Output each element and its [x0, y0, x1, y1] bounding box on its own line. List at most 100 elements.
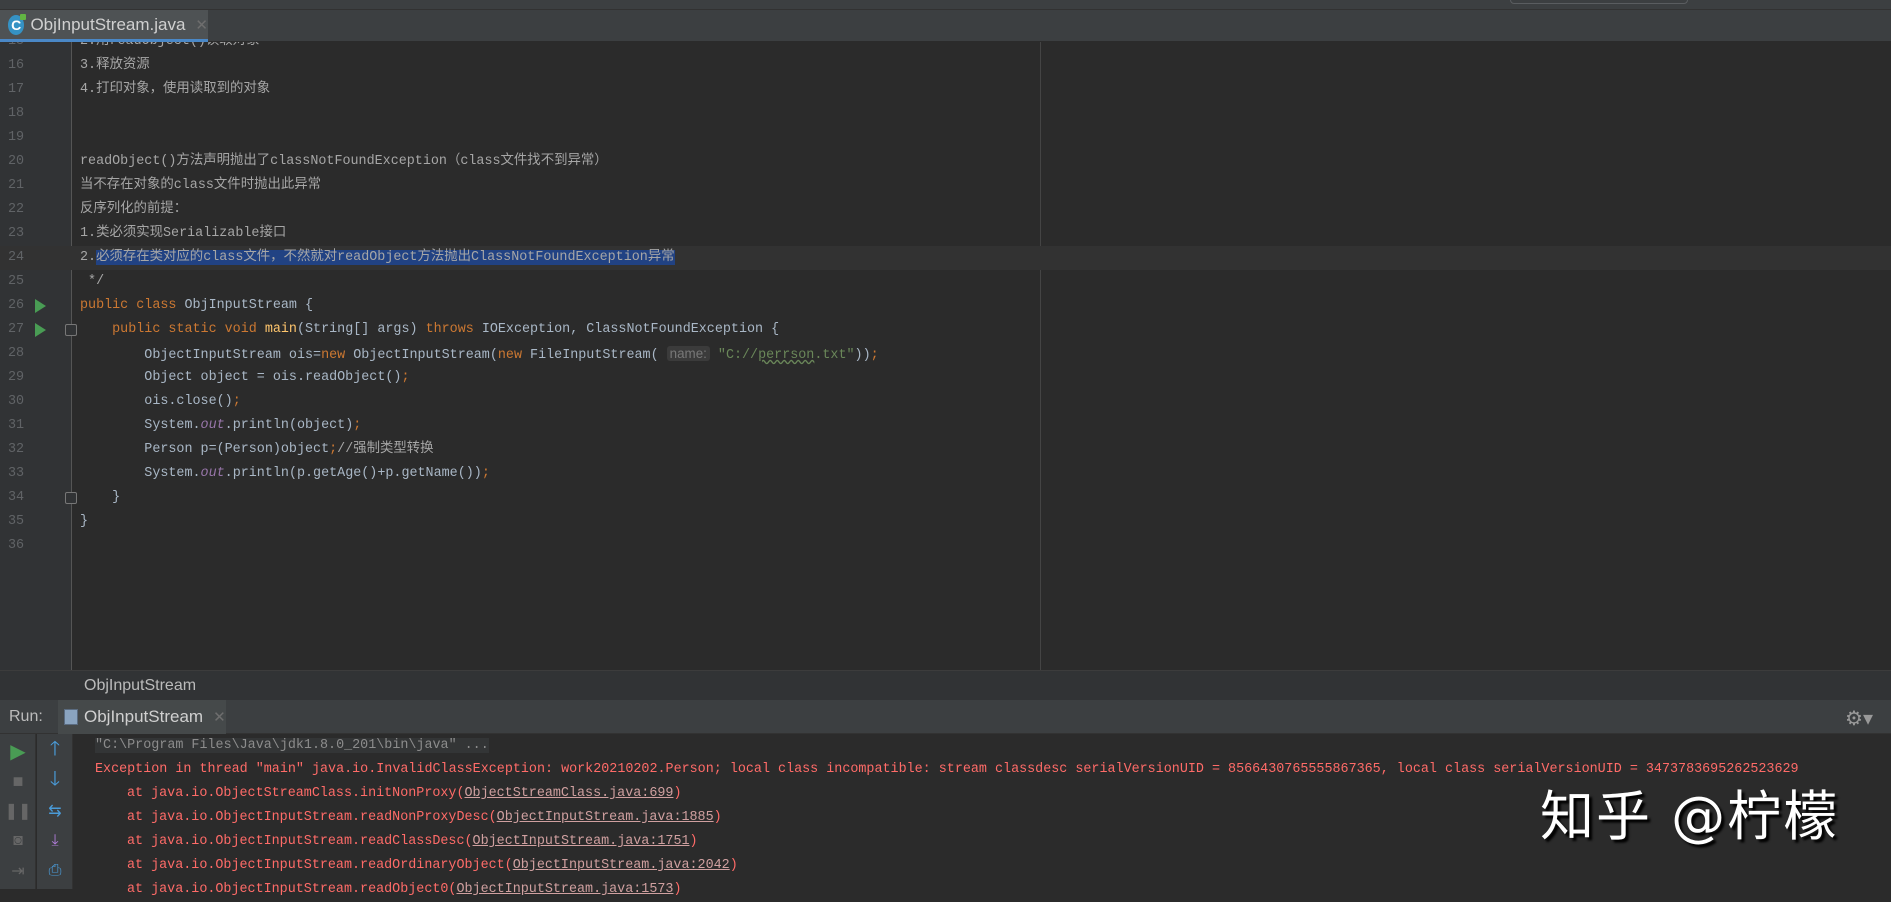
code-token: } [80, 514, 89, 529]
source-link[interactable]: ObjectStreamClass.java:699 [465, 786, 674, 801]
code-line[interactable]: 22 反序列化的前提： [0, 198, 1891, 222]
code-token: IOException, ClassNotFoundException { [481, 322, 780, 337]
code-line[interactable]: 24 2.必须存在类对应的class文件，不然就对readObject方法抛出Cl… [0, 246, 1891, 270]
close-icon[interactable]: ✕ [213, 708, 226, 726]
code-line[interactable]: 31 System.out.println(object); [0, 414, 1891, 438]
code-text: } [80, 486, 120, 510]
line-number: 19 [8, 130, 25, 145]
stack-frame: at java.io.ObjectInputStream.readOrdinar… [127, 858, 513, 873]
code-token: Object object = ois.readObject() [80, 370, 402, 385]
code-line[interactable]: 29 Object object = ois.readObject(); [0, 366, 1891, 390]
code-line[interactable]: 36 [0, 534, 1891, 558]
breadcrumb[interactable]: ObjInputStream [0, 670, 1891, 700]
fold-icon[interactable] [65, 492, 77, 504]
line-number: 16 [8, 58, 25, 73]
code-text: System.out.println(p.getAge()+p.getName(… [80, 462, 490, 486]
run-label: Run: [9, 708, 43, 725]
code-token: */ [80, 274, 105, 289]
code-token: ; [481, 466, 490, 481]
code-line[interactable]: 35} [0, 510, 1891, 534]
close-icon[interactable]: ✕ [195, 16, 208, 34]
fold-icon[interactable] [65, 324, 77, 336]
run-gutter-icon[interactable] [35, 299, 46, 313]
code-token: System. [80, 466, 201, 481]
stack-frame: at java.io.ObjectInputStream.readClassDe… [127, 834, 473, 849]
code-line[interactable]: 20 readObject()方法声明抛出了classNotFoundExcept… [0, 150, 1891, 174]
code-token: ; [232, 394, 241, 409]
code-line[interactable]: 16 3.释放资源 [0, 54, 1891, 78]
code-text: 2.用readObject()读取对象 [80, 42, 259, 54]
code-line[interactable]: 33 System.out.println(p.getAge()+p.getNa… [0, 462, 1891, 486]
code-token: 2.用readObject()读取对象 [80, 42, 259, 49]
source-link[interactable]: ObjectInputStream.java:2042 [513, 858, 730, 873]
code-token: 当不存在对象的class文件时抛出此异常 [80, 178, 322, 193]
code-token: new [497, 348, 531, 363]
code-token: 3.释放资源 [80, 58, 150, 73]
code-text: 1.类必须实现Serializable接口 [80, 222, 286, 246]
code-text: 2.必须存在类对应的class文件，不然就对readObject方法抛出Clas… [80, 246, 675, 270]
tab-title: ObjInputStream.java [30, 14, 186, 34]
code-line[interactable]: 34 } [0, 486, 1891, 510]
code-line[interactable]: 32 Person p=(Person)object;//强制类型转换 [0, 438, 1891, 462]
run-tool-bar: Run: ObjInputStream ✕ ⚙▾ [0, 700, 1891, 734]
code-editor[interactable]: 15 2.用readObject()读取对象 16 3.释放资源 17 4.打印对象，使用… [0, 42, 1891, 670]
code-text: public class ObjInputStream { [80, 294, 313, 318]
code-line[interactable]: 30 ois.close(); [0, 390, 1891, 414]
line-number: 23 [8, 226, 25, 241]
code-token: ; [401, 370, 410, 385]
stop-icon[interactable]: ■ [0, 766, 36, 796]
code-token: )) [854, 348, 871, 363]
stack-trace-line: at java.io.ObjectStreamClass.initNonProx… [95, 782, 681, 806]
tab-objinputstream-java[interactable]: C ObjInputStream.java ✕ [0, 10, 208, 42]
line-number: 20 [8, 154, 25, 169]
pause-icon[interactable]: ❚❚ [0, 796, 36, 826]
camera-icon[interactable]: ◙ [0, 826, 36, 856]
line-number: 35 [8, 514, 25, 529]
line-number: 32 [8, 442, 25, 457]
editor-tab-bar: C ObjInputStream.java ✕ [0, 10, 1891, 42]
run-tab[interactable]: ObjInputStream ✕ [58, 700, 226, 734]
stack-frame: at java.io.ObjectStreamClass.initNonProx… [127, 786, 465, 801]
exit-icon[interactable]: ⇥ [0, 856, 36, 886]
print-icon[interactable]: ⎙ [37, 856, 73, 886]
line-number: 17 [8, 82, 25, 97]
code-token: perrson [758, 348, 815, 363]
up-arrow-icon[interactable]: 🡑 [37, 736, 73, 766]
code-line[interactable]: 17 4.打印对象，使用读取到的对象 [0, 78, 1891, 102]
source-link[interactable]: ObjectInputStream.java:1751 [473, 834, 690, 849]
code-line[interactable]: 25 */ [0, 270, 1891, 294]
code-token: (String[] args) [296, 322, 426, 337]
code-line[interactable]: 27 public static void main(String[] args… [0, 318, 1891, 342]
code-token: ObjInputStream { [184, 298, 314, 313]
down-arrow-icon[interactable]: 🡓 [37, 766, 73, 796]
code-line[interactable]: 21 当不存在对象的class文件时抛出此异常 [0, 174, 1891, 198]
code-text: readObject()方法声明抛出了classNotFoundExceptio… [80, 150, 608, 174]
code-line[interactable]: 26 public class ObjInputStream { [0, 294, 1891, 318]
code-line[interactable]: 28 ObjectInputStream ois=new ObjectInput… [0, 342, 1891, 366]
code-token: 2. [80, 250, 97, 265]
run-gutter-icon[interactable] [35, 323, 46, 337]
code-line[interactable]: 19 [0, 126, 1891, 150]
code-line[interactable]: 23 1.类必须实现Serializable接口 [0, 222, 1891, 246]
line-number: 28 [8, 346, 25, 361]
rerun-icon[interactable]: ▶ [0, 736, 36, 766]
scroll-to-end-icon[interactable]: ⤓ [37, 826, 73, 856]
code-line[interactable]: 15 2.用readObject()读取对象 [0, 42, 1891, 54]
code-token: } [80, 490, 121, 505]
code-token: 1.类必须实现Serializable接口 [80, 226, 287, 241]
code-token: 必须存在类对应的class文件，不然就对readObject方法抛出ClassN… [96, 250, 675, 265]
code-line[interactable]: 18 [0, 102, 1891, 126]
line-number: 26 [8, 298, 25, 313]
gear-icon[interactable]: ⚙▾ [1845, 706, 1873, 731]
code-token: //强制类型转换 [337, 442, 434, 457]
search-field[interactable] [1510, 0, 1688, 4]
line-number: 29 [8, 370, 25, 385]
code-token: public static void [80, 322, 265, 337]
source-link[interactable]: ObjectInputStream.java:1573 [456, 882, 673, 897]
stack-frame: at java.io.ObjectInputStream.readObject0… [127, 882, 457, 897]
code-text: 3.释放资源 [80, 54, 150, 78]
source-link[interactable]: ObjectInputStream.java:1885 [497, 810, 714, 825]
stack-trace-line: at java.io.ObjectInputStream.readClassDe… [95, 830, 698, 854]
soft-wrap-icon[interactable]: ⇆ [37, 796, 73, 826]
run-tab-title: ObjInputStream [84, 707, 204, 726]
